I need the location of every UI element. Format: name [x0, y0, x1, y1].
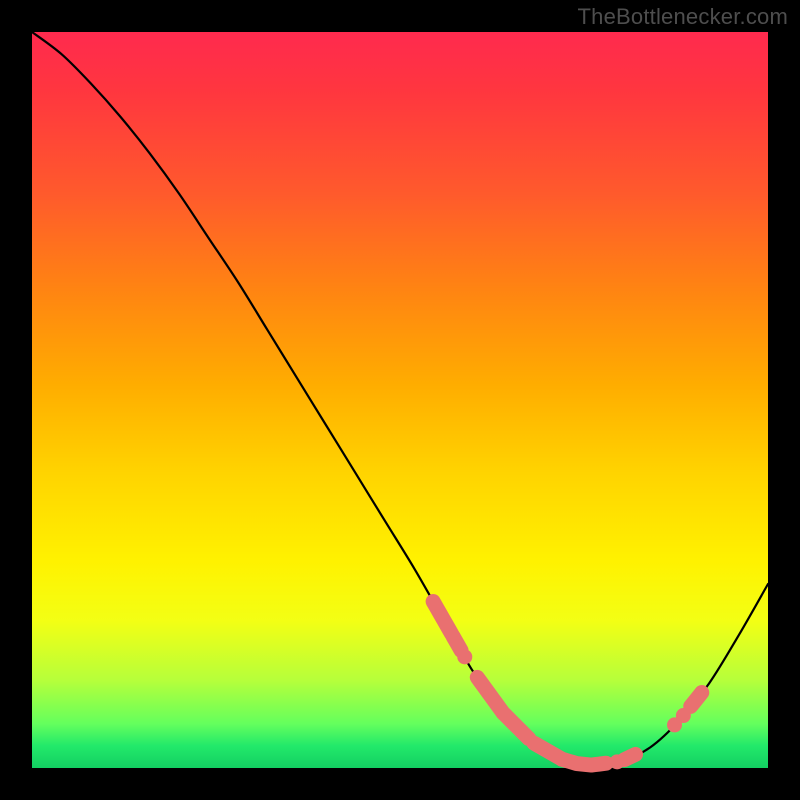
watermark-text: TheBottlenecker.com — [578, 4, 788, 30]
curve-marker-pill — [691, 693, 702, 707]
chart-svg — [32, 32, 768, 768]
curve-marker-pill — [453, 636, 461, 650]
plot-area — [32, 32, 768, 768]
chart-container: TheBottlenecker.com — [0, 0, 800, 800]
curve-marker-pill — [477, 677, 506, 716]
curve-group — [32, 32, 768, 765]
bottleneck-curve — [32, 32, 768, 765]
curve-marker-pill — [562, 759, 606, 765]
curve-marker-dot — [457, 649, 472, 664]
curve-marker-pill — [433, 601, 451, 633]
markers-group — [433, 601, 702, 769]
curve-marker-pill — [624, 754, 635, 759]
curve-marker-pill — [508, 718, 529, 739]
